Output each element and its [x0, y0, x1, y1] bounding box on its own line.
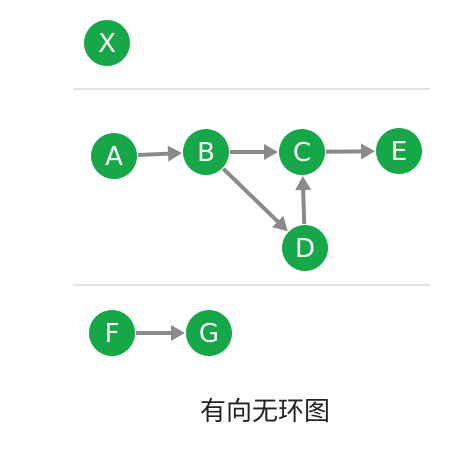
- edge-C-E: [325, 143, 376, 160]
- node-C: C: [279, 129, 325, 175]
- edge-D-C: [295, 175, 312, 225]
- dag-diagram: X A B C D E F G 有向无环图: [73, 20, 430, 427]
- edge-A-B: [137, 145, 183, 162]
- edges: [136, 143, 376, 341]
- node-label-F: F: [105, 319, 120, 349]
- node-label-C: C: [293, 138, 311, 168]
- node-E: E: [376, 128, 422, 174]
- node-label-B: B: [197, 138, 215, 168]
- node-X: X: [84, 20, 130, 66]
- node-A: A: [91, 133, 137, 179]
- arrowhead-icon: [295, 175, 312, 191]
- node-label-D: D: [295, 234, 315, 264]
- node-G: G: [186, 310, 232, 356]
- edge-B-D: [221, 167, 288, 232]
- node-label-X: X: [98, 29, 116, 59]
- nodes: X A B C D E F G: [84, 20, 422, 356]
- node-B: B: [183, 129, 229, 175]
- node-D: D: [282, 225, 328, 271]
- node-label-A: A: [105, 142, 123, 172]
- edge-B-C: [230, 144, 278, 160]
- diagram-caption: 有向无环图: [200, 397, 330, 427]
- arrowhead-icon: [167, 145, 183, 162]
- arrowhead-icon: [264, 144, 278, 160]
- edge-line-B-D: [221, 167, 281, 225]
- edge-F-G: [136, 325, 185, 341]
- arrowhead-icon: [360, 143, 376, 160]
- node-label-E: E: [391, 137, 407, 167]
- edge-line-A-B: [137, 151, 171, 157]
- edge-line-D-C: [301, 187, 307, 225]
- node-F: F: [89, 310, 135, 356]
- node-label-G: G: [199, 319, 219, 349]
- arrowhead-icon: [171, 325, 185, 341]
